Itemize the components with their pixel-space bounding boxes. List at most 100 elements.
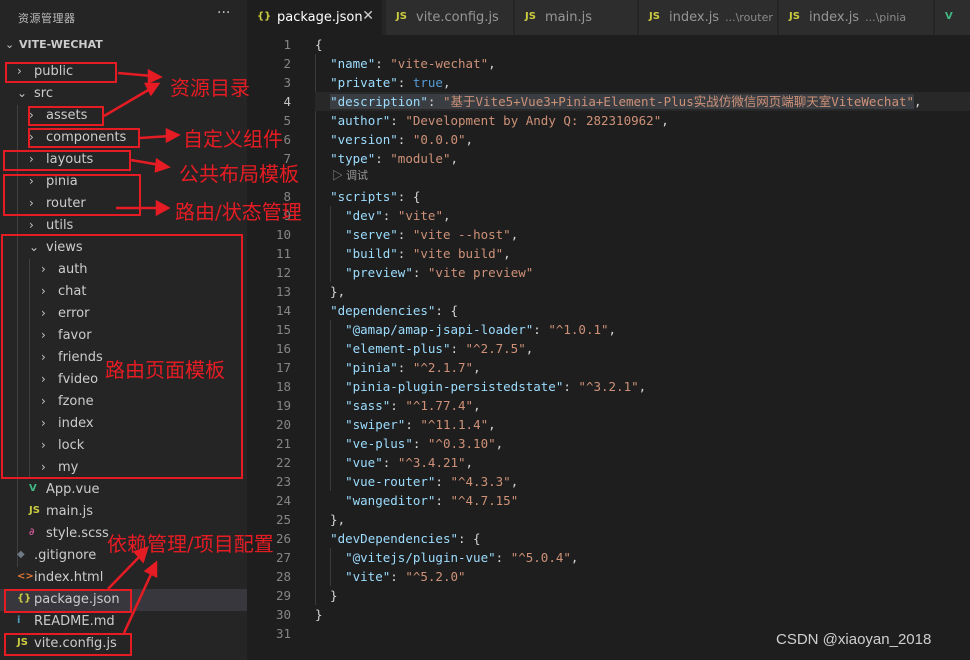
tree-file-main-js[interactable]: JS main.js xyxy=(0,501,247,523)
code-token: : xyxy=(412,436,428,451)
tree-folder-views[interactable]: ⌄ views xyxy=(0,237,247,259)
tree-folder-chat[interactable]: › chat xyxy=(0,281,247,303)
tree-item-label: fzone xyxy=(58,394,94,409)
close-icon[interactable]: ✕ xyxy=(362,8,374,24)
code-line: "description": "基于Vite5+Vue3+Pinia+Eleme… xyxy=(315,92,970,111)
code-token: , xyxy=(442,75,451,90)
tree-file-app-vue[interactable]: V App.vue xyxy=(0,479,247,501)
vue-file-icon: V xyxy=(945,11,953,22)
code-line: } xyxy=(315,586,970,605)
git-file-icon: ◆ xyxy=(17,549,25,560)
tree-folder-my[interactable]: › my xyxy=(0,457,247,479)
code-token: "name" xyxy=(330,56,376,71)
code-token: , xyxy=(525,341,534,356)
line-number: 11 xyxy=(275,246,291,261)
code-line: "@vitejs/plugin-vue": "^5.0.4", xyxy=(315,548,970,567)
line-number: 14 xyxy=(275,303,291,318)
code-token: : xyxy=(375,151,391,166)
tree-file-vite-config-js[interactable]: JS vite.config.js xyxy=(0,633,247,655)
code-token: , xyxy=(488,417,496,432)
editor-tab[interactable]: JS main.js xyxy=(515,0,638,35)
line-number: 24 xyxy=(275,493,291,508)
code-token: "pinia-plugin-persistedstate" xyxy=(345,379,564,394)
code-token: , xyxy=(608,322,617,337)
js-file-icon: JS xyxy=(17,637,28,648)
code-editor[interactable]: 1 2 3 4 5 6 7 8 9 10 11 12 13 14 15 16 17 18 19 20 21 22 23 24 2… xyxy=(247,35,970,660)
code-token: , xyxy=(465,132,474,147)
chevron-down-icon: ⌄ xyxy=(17,86,28,100)
tree-item-label: components xyxy=(46,130,127,145)
editor-tab[interactable]: JS index.js ...\router xyxy=(639,0,778,35)
editor-tab[interactable]: {} package.json ✕ xyxy=(247,0,383,35)
line-number: 25 xyxy=(275,512,291,527)
editor-tab-bar: {} package.json ✕ JS vite.config.js JS main.js… xyxy=(247,0,970,35)
code-line: "wangeditor": "^4.7.15" xyxy=(315,491,970,510)
tree-item-label: index.html xyxy=(34,570,104,585)
code-token: "preview" xyxy=(345,265,413,280)
chevron-right-icon: › xyxy=(29,130,34,144)
tree-folder-lock[interactable]: › lock xyxy=(0,435,247,457)
chevron-right-icon: › xyxy=(41,460,46,474)
chevron-right-icon: › xyxy=(29,108,34,122)
code-token: : xyxy=(397,360,413,375)
line-number: 15 xyxy=(275,322,291,337)
tree-file-index-html[interactable]: <> index.html xyxy=(0,567,247,589)
code-token: "vite" xyxy=(397,208,443,223)
tree-folder-index[interactable]: › index xyxy=(0,413,247,435)
chevron-right-icon: › xyxy=(41,350,46,364)
code-area[interactable]: { "name": "vite-wechat", "private": true… xyxy=(315,35,970,643)
code-line: "type": "module", xyxy=(315,149,970,168)
more-actions-icon[interactable]: ··· xyxy=(217,5,230,21)
code-token: "^1.77.4" xyxy=(405,398,474,413)
editor-tab[interactable]: JS vite.config.js xyxy=(386,0,514,35)
tree-folder-auth[interactable]: › auth xyxy=(0,259,247,281)
code-token: "build" xyxy=(345,246,398,261)
json-file-icon: {} xyxy=(17,593,32,604)
code-token: "^2.7.5" xyxy=(465,341,526,356)
annotation-resource-dir: 资源目录 xyxy=(170,76,250,100)
tree-file-readme-md[interactable]: i README.md xyxy=(0,611,247,633)
code-token: : { xyxy=(397,189,421,204)
code-token: : xyxy=(397,132,413,147)
code-token: "^2.1.7" xyxy=(412,360,474,375)
project-folder-header[interactable]: ⌄ VITE-WECHAT xyxy=(0,35,247,57)
code-token: "vite-wechat" xyxy=(390,56,489,71)
line-number: 2 xyxy=(283,56,291,71)
tree-item-label: fvideo xyxy=(58,372,99,387)
tree-file-package-json[interactable]: {} package.json xyxy=(0,589,247,611)
chevron-right-icon: › xyxy=(41,438,46,452)
code-token: "swiper" xyxy=(345,417,406,432)
tab-label: vite.config.js xyxy=(416,10,499,25)
tree-folder-favor[interactable]: › favor xyxy=(0,325,247,347)
chevron-right-icon: › xyxy=(29,174,34,188)
tree-folder-fzone[interactable]: › fzone xyxy=(0,391,247,413)
js-file-icon: JS xyxy=(396,11,407,22)
line-number: 1 xyxy=(283,37,291,52)
line-number: 22 xyxy=(275,455,291,470)
tree-folder-error[interactable]: › error xyxy=(0,303,247,325)
code-line: "version": "0.0.0", xyxy=(315,130,970,149)
editor-tab[interactable]: V xyxy=(935,0,970,35)
code-token: , xyxy=(661,113,669,128)
code-line: { xyxy=(315,35,970,54)
line-number: 31 xyxy=(275,626,291,641)
code-token: "dev" xyxy=(345,208,383,223)
code-token: { xyxy=(315,37,323,52)
code-token: "devDependencies" xyxy=(330,531,458,546)
info-file-icon: i xyxy=(17,615,21,626)
code-token: : xyxy=(375,56,391,71)
annotation-deps-config: 依赖管理/项目配置 xyxy=(107,532,274,556)
debug-codelens[interactable]: ▷ 调试 xyxy=(332,167,368,183)
code-token: "^5.2.0" xyxy=(405,569,466,584)
code-token: true xyxy=(412,75,443,90)
tree-item-label: App.vue xyxy=(46,482,100,497)
chevron-down-icon: ⌄ xyxy=(5,38,15,51)
editor-tab[interactable]: JS index.js ...\pinia xyxy=(779,0,934,35)
